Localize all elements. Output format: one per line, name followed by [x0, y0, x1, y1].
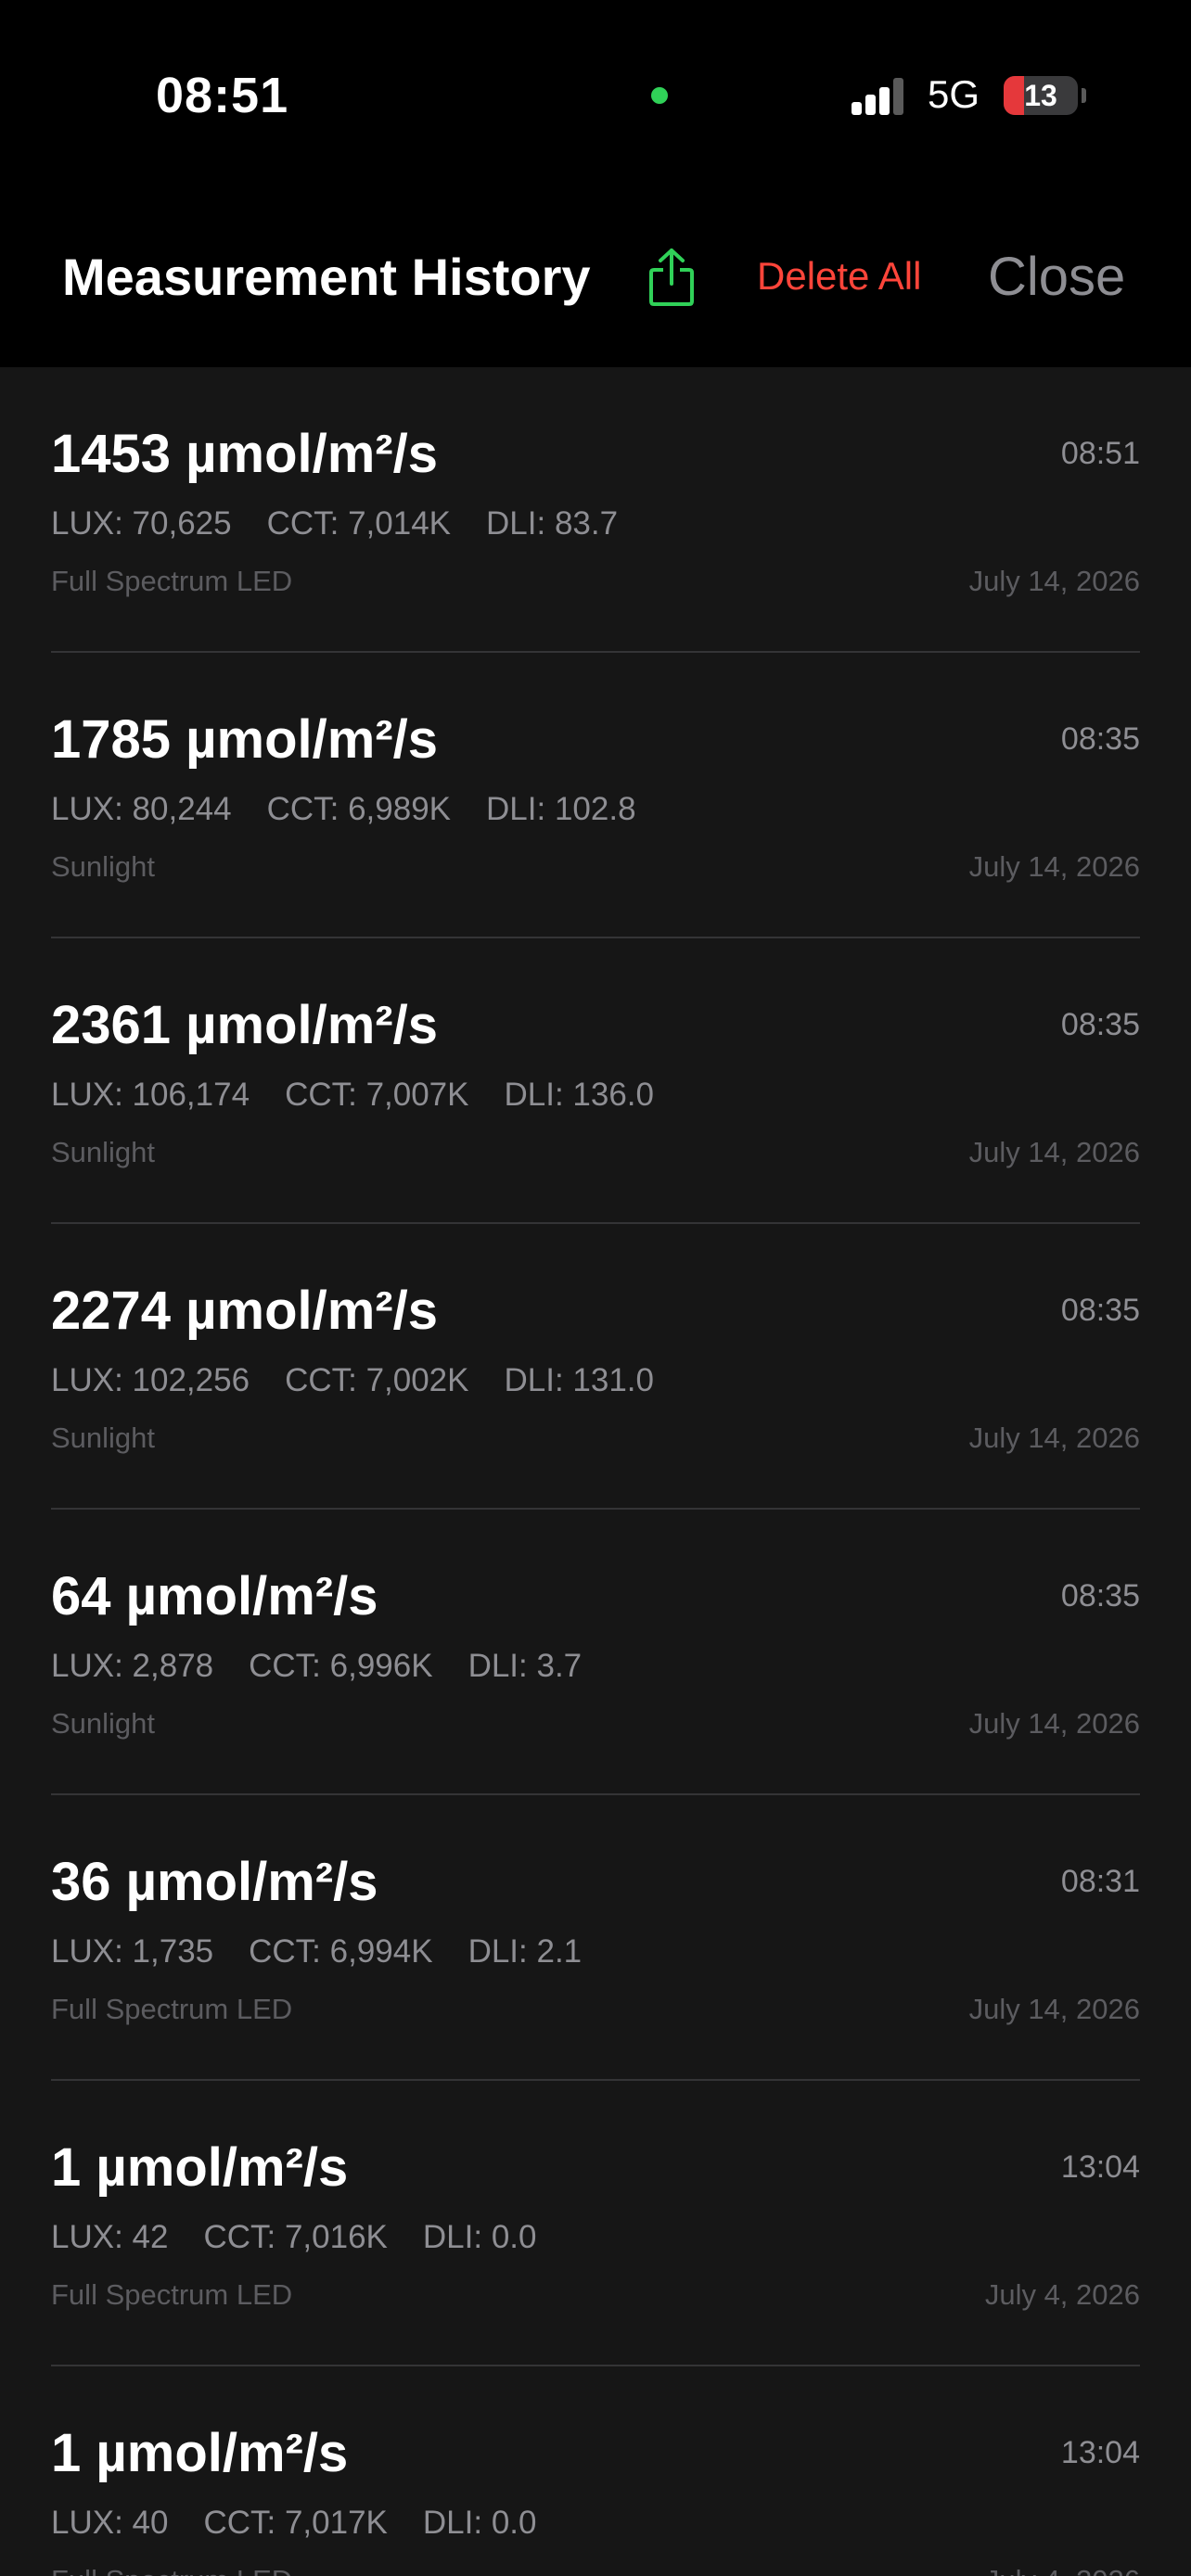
measurement-stats: LUX: 70,625 CCT: 7,014K DLI: 83.7 — [51, 505, 653, 542]
measurement-time: 08:35 — [1060, 721, 1140, 757]
delete-all-button[interactable]: Delete All — [757, 254, 921, 299]
measurement-row[interactable]: 36 µmol/m²/s 08:31 LUX: 1,735 CCT: 6,994K… — [0, 1795, 1191, 2081]
battery-cap — [1082, 88, 1086, 103]
signal-bar — [893, 78, 903, 115]
measurement-stats: LUX: 102,256 CCT: 7,002K DLI: 131.0 — [51, 1362, 689, 1399]
cct-value: CCT: 7,007K — [285, 1077, 469, 1113]
measurement-date: July 4, 2026 — [984, 2278, 1140, 2311]
battery-icon: 13 — [1004, 76, 1078, 115]
dli-value: DLI: 83.7 — [486, 505, 619, 542]
lux-value: LUX: 42 — [51, 2219, 169, 2255]
measurement-stats: LUX: 2,878 CCT: 6,996K DLI: 3.7 — [51, 1648, 617, 1685]
ppfd-value: 2361 µmol/m²/s — [51, 995, 439, 1055]
cct-value: CCT: 6,989K — [266, 791, 452, 827]
measurement-time: 08:31 — [1060, 1864, 1140, 1899]
signal-bar — [879, 87, 890, 115]
light-source: Sunlight — [51, 850, 156, 883]
page-title: Measurement History — [62, 248, 591, 306]
lux-value: LUX: 80,244 — [51, 791, 232, 827]
measurement-row[interactable]: 64 µmol/m²/s 08:35 LUX: 2,878 CCT: 6,996K… — [0, 1510, 1191, 1795]
light-source: Full Spectrum LED — [51, 1993, 293, 2025]
measurement-date: July 14, 2026 — [968, 1136, 1140, 1168]
measurement-time: 08:51 — [1060, 436, 1140, 471]
cct-value: CCT: 7,002K — [285, 1362, 469, 1398]
measurement-stats: LUX: 1,735 CCT: 6,994K DLI: 2.1 — [51, 1933, 617, 1970]
measurement-time: 08:35 — [1060, 1578, 1140, 1613]
cct-value: CCT: 7,014K — [266, 505, 452, 542]
light-source: Full Spectrum LED — [51, 2564, 292, 2576]
measurement-row[interactable]: 2274 µmol/m²/s 08:35 LUX: 102,256 CCT: 7,… — [0, 1224, 1191, 1510]
light-source: Sunlight — [51, 1136, 156, 1168]
signal-bar — [865, 95, 876, 115]
dli-value: DLI: 0.0 — [422, 2505, 537, 2541]
measurement-date: July 14, 2026 — [968, 1422, 1140, 1454]
share-button[interactable] — [646, 247, 698, 308]
lux-value: LUX: 2,878 — [51, 1648, 214, 1684]
ppfd-value: 1 µmol/m²/s — [51, 2423, 349, 2483]
cct-value: CCT: 7,017K — [203, 2505, 388, 2541]
dli-value: DLI: 3.7 — [467, 1648, 583, 1684]
dli-value: DLI: 102.8 — [486, 791, 636, 827]
lux-value: LUX: 1,735 — [51, 1933, 214, 1970]
cct-value: CCT: 6,996K — [249, 1648, 433, 1684]
cct-value: CCT: 7,016K — [203, 2219, 388, 2255]
dli-value: DLI: 0.0 — [422, 2219, 537, 2255]
lux-value: LUX: 70,625 — [51, 505, 232, 542]
measurement-time: 08:35 — [1060, 1007, 1140, 1042]
measurement-row[interactable]: 1 µmol/m²/s 13:04 LUX: 42 CCT: 7,016K DLI:… — [0, 2081, 1191, 2366]
dli-value: DLI: 136.0 — [504, 1077, 655, 1113]
measurement-date: July 14, 2026 — [968, 850, 1140, 883]
measurement-stats: LUX: 80,244 CCT: 6,989K DLI: 102.8 — [51, 791, 672, 828]
lux-value: LUX: 40 — [51, 2505, 169, 2541]
measurement-row[interactable]: 1453 µmol/m²/s 08:51 LUX: 70,625 CCT: 7,0… — [0, 367, 1191, 653]
privacy-indicator-dot — [651, 87, 668, 104]
dli-value: DLI: 131.0 — [504, 1362, 655, 1398]
measurement-stats: LUX: 40 CCT: 7,017K DLI: 0.0 — [51, 2505, 571, 2542]
measurement-date: July 14, 2026 — [968, 1993, 1140, 2025]
network-type: 5G — [928, 72, 980, 116]
ppfd-value: 1453 µmol/m²/s — [51, 424, 439, 484]
measurement-time: 08:35 — [1060, 1293, 1140, 1328]
close-button[interactable]: Close — [988, 246, 1125, 308]
measurement-time: 13:04 — [1060, 2149, 1140, 2185]
dli-value: DLI: 2.1 — [467, 1933, 583, 1970]
share-icon — [649, 249, 694, 306]
light-source: Full Spectrum LED — [51, 2278, 293, 2311]
measurement-row[interactable]: 2361 µmol/m²/s 08:35 LUX: 106,174 CCT: 7,… — [0, 938, 1191, 1224]
ppfd-value: 36 µmol/m²/s — [51, 1852, 378, 1912]
ppfd-value: 1785 µmol/m²/s — [51, 709, 439, 770]
measurement-row[interactable]: 1785 µmol/m²/s 08:35 LUX: 80,244 CCT: 6,9… — [0, 653, 1191, 938]
cct-value: CCT: 6,994K — [249, 1933, 433, 1970]
measurement-time: 13:04 — [1060, 2435, 1140, 2470]
light-source: Full Spectrum LED — [51, 565, 293, 597]
ppfd-value: 64 µmol/m²/s — [51, 1566, 378, 1626]
ppfd-value: 2274 µmol/m²/s — [51, 1281, 439, 1341]
measurement-stats: LUX: 42 CCT: 7,016K DLI: 0.0 — [51, 2219, 571, 2256]
measurement-row[interactable]: 1 µmol/m²/s 13:04 LUX: 40 CCT: 7,017K DLI:… — [0, 2366, 1191, 2576]
ppfd-value: 1 µmol/m²/s — [51, 2137, 349, 2198]
status-bar: 08:51 5G 13 — [0, 0, 1191, 195]
status-time: 08:51 — [156, 68, 289, 123]
light-source: Sunlight — [51, 1707, 156, 1740]
measurement-list[interactable]: 1453 µmol/m²/s 08:51 LUX: 70,625 CCT: 7,0… — [0, 367, 1191, 2576]
light-source: Sunlight — [51, 1422, 156, 1454]
measurement-date: July 4, 2026 — [985, 2564, 1140, 2576]
battery-level: 13 — [1024, 79, 1057, 112]
measurement-date: July 14, 2026 — [968, 565, 1140, 597]
measurement-date: July 14, 2026 — [968, 1707, 1140, 1740]
signal-bar — [852, 102, 862, 115]
cellular-signal-icon — [852, 78, 911, 115]
sheet-header: Measurement History Delete All Close — [0, 195, 1191, 367]
lux-value: LUX: 102,256 — [51, 1362, 250, 1398]
measurement-stats: LUX: 106,174 CCT: 7,007K DLI: 136.0 — [51, 1077, 689, 1114]
lux-value: LUX: 106,174 — [51, 1077, 250, 1113]
